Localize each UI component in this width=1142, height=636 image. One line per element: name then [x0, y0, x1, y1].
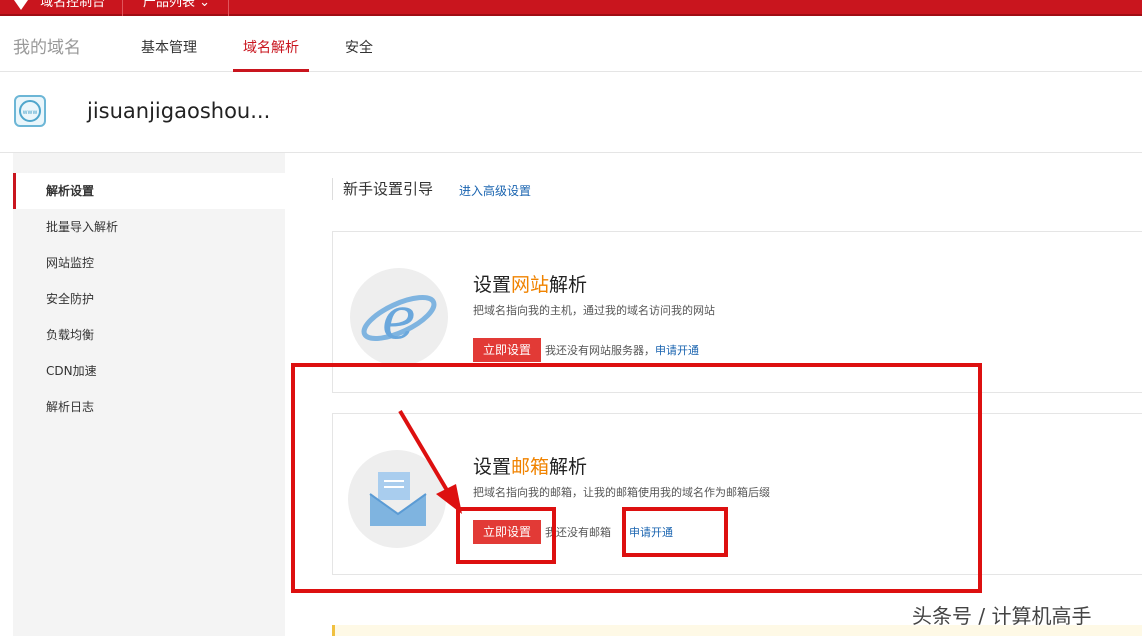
watermark: 头条号 / 计算机高手	[912, 604, 1092, 628]
annotation-arrow-icon	[398, 409, 462, 514]
